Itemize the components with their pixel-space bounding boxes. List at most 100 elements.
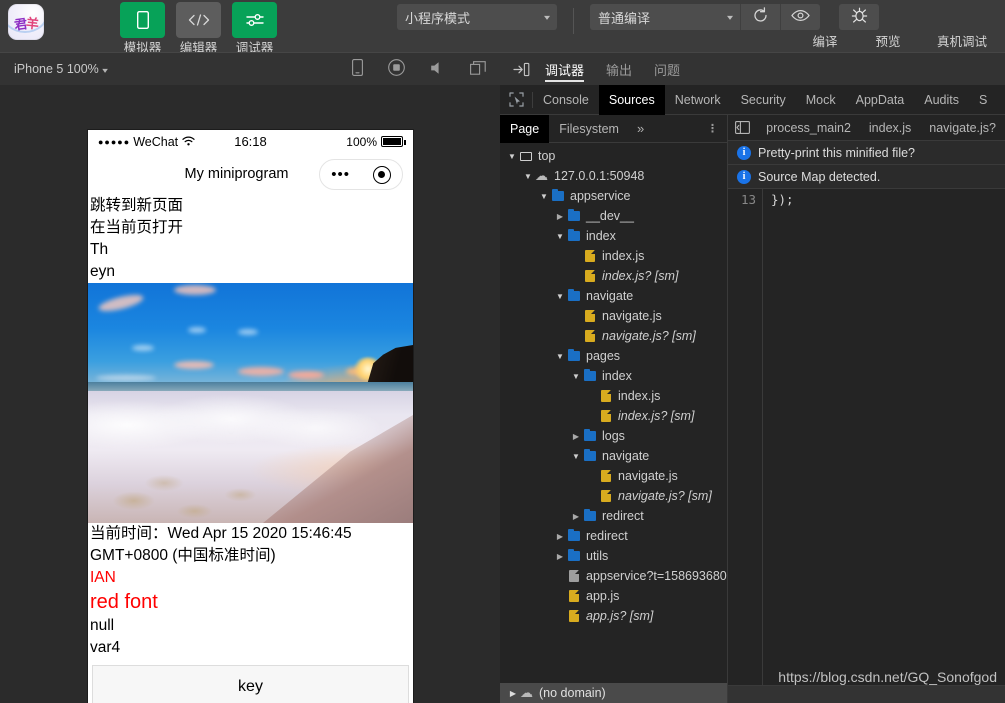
editor-status-bar — [728, 685, 1005, 703]
tab-security[interactable]: Security — [731, 85, 796, 115]
capsule-buttons[interactable]: ••• — [319, 159, 403, 190]
tree-node[interactable]: index.js? [sm] — [500, 406, 727, 426]
record-icon[interactable] — [388, 59, 405, 79]
chevron-down-icon: ▾ — [101, 66, 108, 75]
subtab-filesystem[interactable]: Filesystem — [549, 115, 629, 143]
source-tab-index-js[interactable]: index.js — [860, 121, 920, 135]
code-editor[interactable]: 13 }); — [728, 189, 1005, 685]
tab-debugger[interactable]: 调试器 — [534, 53, 595, 86]
tree-node[interactable]: index.js — [500, 386, 727, 406]
inspect-icon[interactable] — [500, 92, 532, 107]
chevron-right-icon[interactable]: ▶ — [570, 512, 582, 521]
source-tab-process-main2[interactable]: process_main2 — [757, 121, 860, 135]
windows-icon[interactable] — [470, 60, 486, 78]
list-item[interactable]: 跳转到新页面 — [90, 195, 411, 217]
simulator-toggle-button[interactable]: 模拟器 — [120, 2, 165, 55]
chevron-down-icon[interactable]: ▼ — [522, 172, 534, 181]
tree-footer-no-domain[interactable]: ▶ ☁ (no domain) — [500, 683, 727, 703]
chevron-right-icon[interactable]: ▶ — [570, 432, 582, 441]
wifi-icon — [182, 135, 195, 149]
tree-node[interactable]: ▼ index — [500, 366, 727, 386]
folder-icon — [566, 208, 581, 221]
tree-node[interactable]: navigate.js — [500, 306, 727, 326]
tab-problems[interactable]: 问题 — [643, 53, 691, 86]
volume-icon[interactable] — [430, 61, 445, 78]
realdevice-button[interactable] — [839, 4, 879, 30]
tab-mock[interactable]: Mock — [796, 85, 846, 115]
editor-toggle-button[interactable]: 编辑器 — [176, 2, 221, 55]
tree-node[interactable]: ▼ navigate — [500, 446, 727, 466]
tab-audits[interactable]: Audits — [914, 85, 969, 115]
tab-output[interactable]: 输出 — [595, 53, 643, 86]
more-options-icon[interactable]: ⋮ — [698, 123, 727, 134]
file-js-icon — [566, 610, 581, 622]
tab-more-truncated[interactable]: S — [969, 85, 997, 115]
tree-node[interactable]: ▶ redirect — [500, 526, 727, 546]
chevron-down-icon[interactable]: ▼ — [570, 452, 582, 461]
beach-sunset-photo — [88, 283, 413, 523]
compile-button[interactable] — [740, 4, 780, 30]
tree-node[interactable]: ▼ ☁ 127.0.0.1:50948 — [500, 166, 727, 186]
device-select[interactable]: iPhone 5 100% ▾ — [14, 62, 108, 76]
tree-node[interactable]: index.js — [500, 246, 727, 266]
sourcemap-infobar[interactable]: i Source Map detected. — [728, 165, 1005, 189]
battery-percent-label: 100% — [346, 134, 377, 149]
list-item[interactable]: 在当前页打开 — [90, 217, 411, 239]
phone-simulator[interactable]: ●●●●● WeChat 16:18 100% My miniprogram •… — [88, 130, 413, 703]
tree-node[interactable]: ▶ redirect — [500, 506, 727, 526]
tree-node[interactable]: ▼ appservice — [500, 186, 727, 206]
chevron-double-right-icon[interactable]: » — [629, 121, 652, 136]
chevron-down-icon[interactable]: ▼ — [538, 192, 550, 201]
tree-node-label: appservice?t=158693680503 — [586, 569, 727, 583]
list-item[interactable]: Th — [90, 239, 411, 261]
device-icon[interactable] — [352, 59, 363, 79]
line-number-gutter: 13 — [728, 189, 762, 685]
tab-sources[interactable]: Sources — [598, 84, 665, 115]
pretty-print-infobar[interactable]: i Pretty-print this minified file? — [728, 141, 1005, 165]
tree-node[interactable]: navigate.js — [500, 466, 727, 486]
subtab-page[interactable]: Page — [500, 114, 550, 143]
tree-node[interactable]: navigate.js? [sm] — [500, 326, 727, 346]
compile-select[interactable]: 普通编译 ▾ — [590, 4, 740, 30]
key-button[interactable]: key — [92, 665, 409, 703]
mode-select-value: 小程序模式 — [405, 10, 471, 26]
target-icon[interactable] — [372, 165, 391, 184]
tree-node[interactable]: ▼ navigate — [500, 286, 727, 306]
watermark: https://blog.csdn.net/GQ_Sonofgod — [778, 669, 997, 685]
chevron-down-icon[interactable]: ▼ — [554, 352, 566, 361]
file-tree[interactable]: ▼ top ▼ ☁ 127.0.0.1:50948 ▼ appservice ▶ __dev__… — [500, 143, 727, 683]
tree-node[interactable]: ▶ logs — [500, 426, 727, 446]
tree-node[interactable]: appservice?t=158693680503 — [500, 566, 727, 586]
tree-node[interactable]: app.js — [500, 586, 727, 606]
chevron-right-icon[interactable]: ▶ — [554, 552, 566, 561]
list-item[interactable]: eyn — [90, 261, 411, 283]
tree-node[interactable]: ▶ __dev__ — [500, 206, 727, 226]
tree-node[interactable]: ▼ top — [500, 146, 727, 166]
source-tab-navigate-js[interactable]: navigate.js? — [920, 121, 1005, 135]
tree-node[interactable]: ▶ utils — [500, 546, 727, 566]
tree-node[interactable]: ▼ pages — [500, 346, 727, 366]
chevron-right-icon[interactable]: ▶ — [554, 212, 566, 221]
tree-node[interactable]: app.js? [sm] — [500, 606, 727, 626]
folder-icon — [566, 548, 581, 561]
chevron-right-icon[interactable]: ▶ — [554, 532, 566, 541]
mode-select[interactable]: 小程序模式 ▾ — [397, 4, 557, 30]
tree-node[interactable]: navigate.js? [sm] — [500, 486, 727, 506]
chevron-down-icon[interactable]: ▼ — [554, 292, 566, 301]
tab-network[interactable]: Network — [665, 85, 731, 115]
debugger-toggle-button[interactable]: 调试器 — [232, 2, 277, 55]
output-line: var4 — [90, 639, 121, 656]
tree-node[interactable]: index.js? [sm] — [500, 266, 727, 286]
tab-appdata[interactable]: AppData — [846, 85, 915, 115]
carrier-label: WeChat — [133, 134, 179, 149]
tree-node[interactable]: ▼ index — [500, 226, 727, 246]
preview-button[interactable] — [780, 4, 820, 30]
dock-right-icon[interactable] — [508, 62, 534, 77]
chevron-down-icon[interactable]: ▼ — [570, 372, 582, 381]
folder-icon — [582, 448, 597, 461]
chevron-down-icon[interactable]: ▼ — [554, 232, 566, 241]
chevron-down-icon[interactable]: ▼ — [506, 152, 518, 161]
tab-console[interactable]: Console — [533, 85, 599, 115]
chevron-right-icon: ▶ — [509, 688, 517, 698]
collapse-panel-icon[interactable] — [728, 121, 757, 134]
